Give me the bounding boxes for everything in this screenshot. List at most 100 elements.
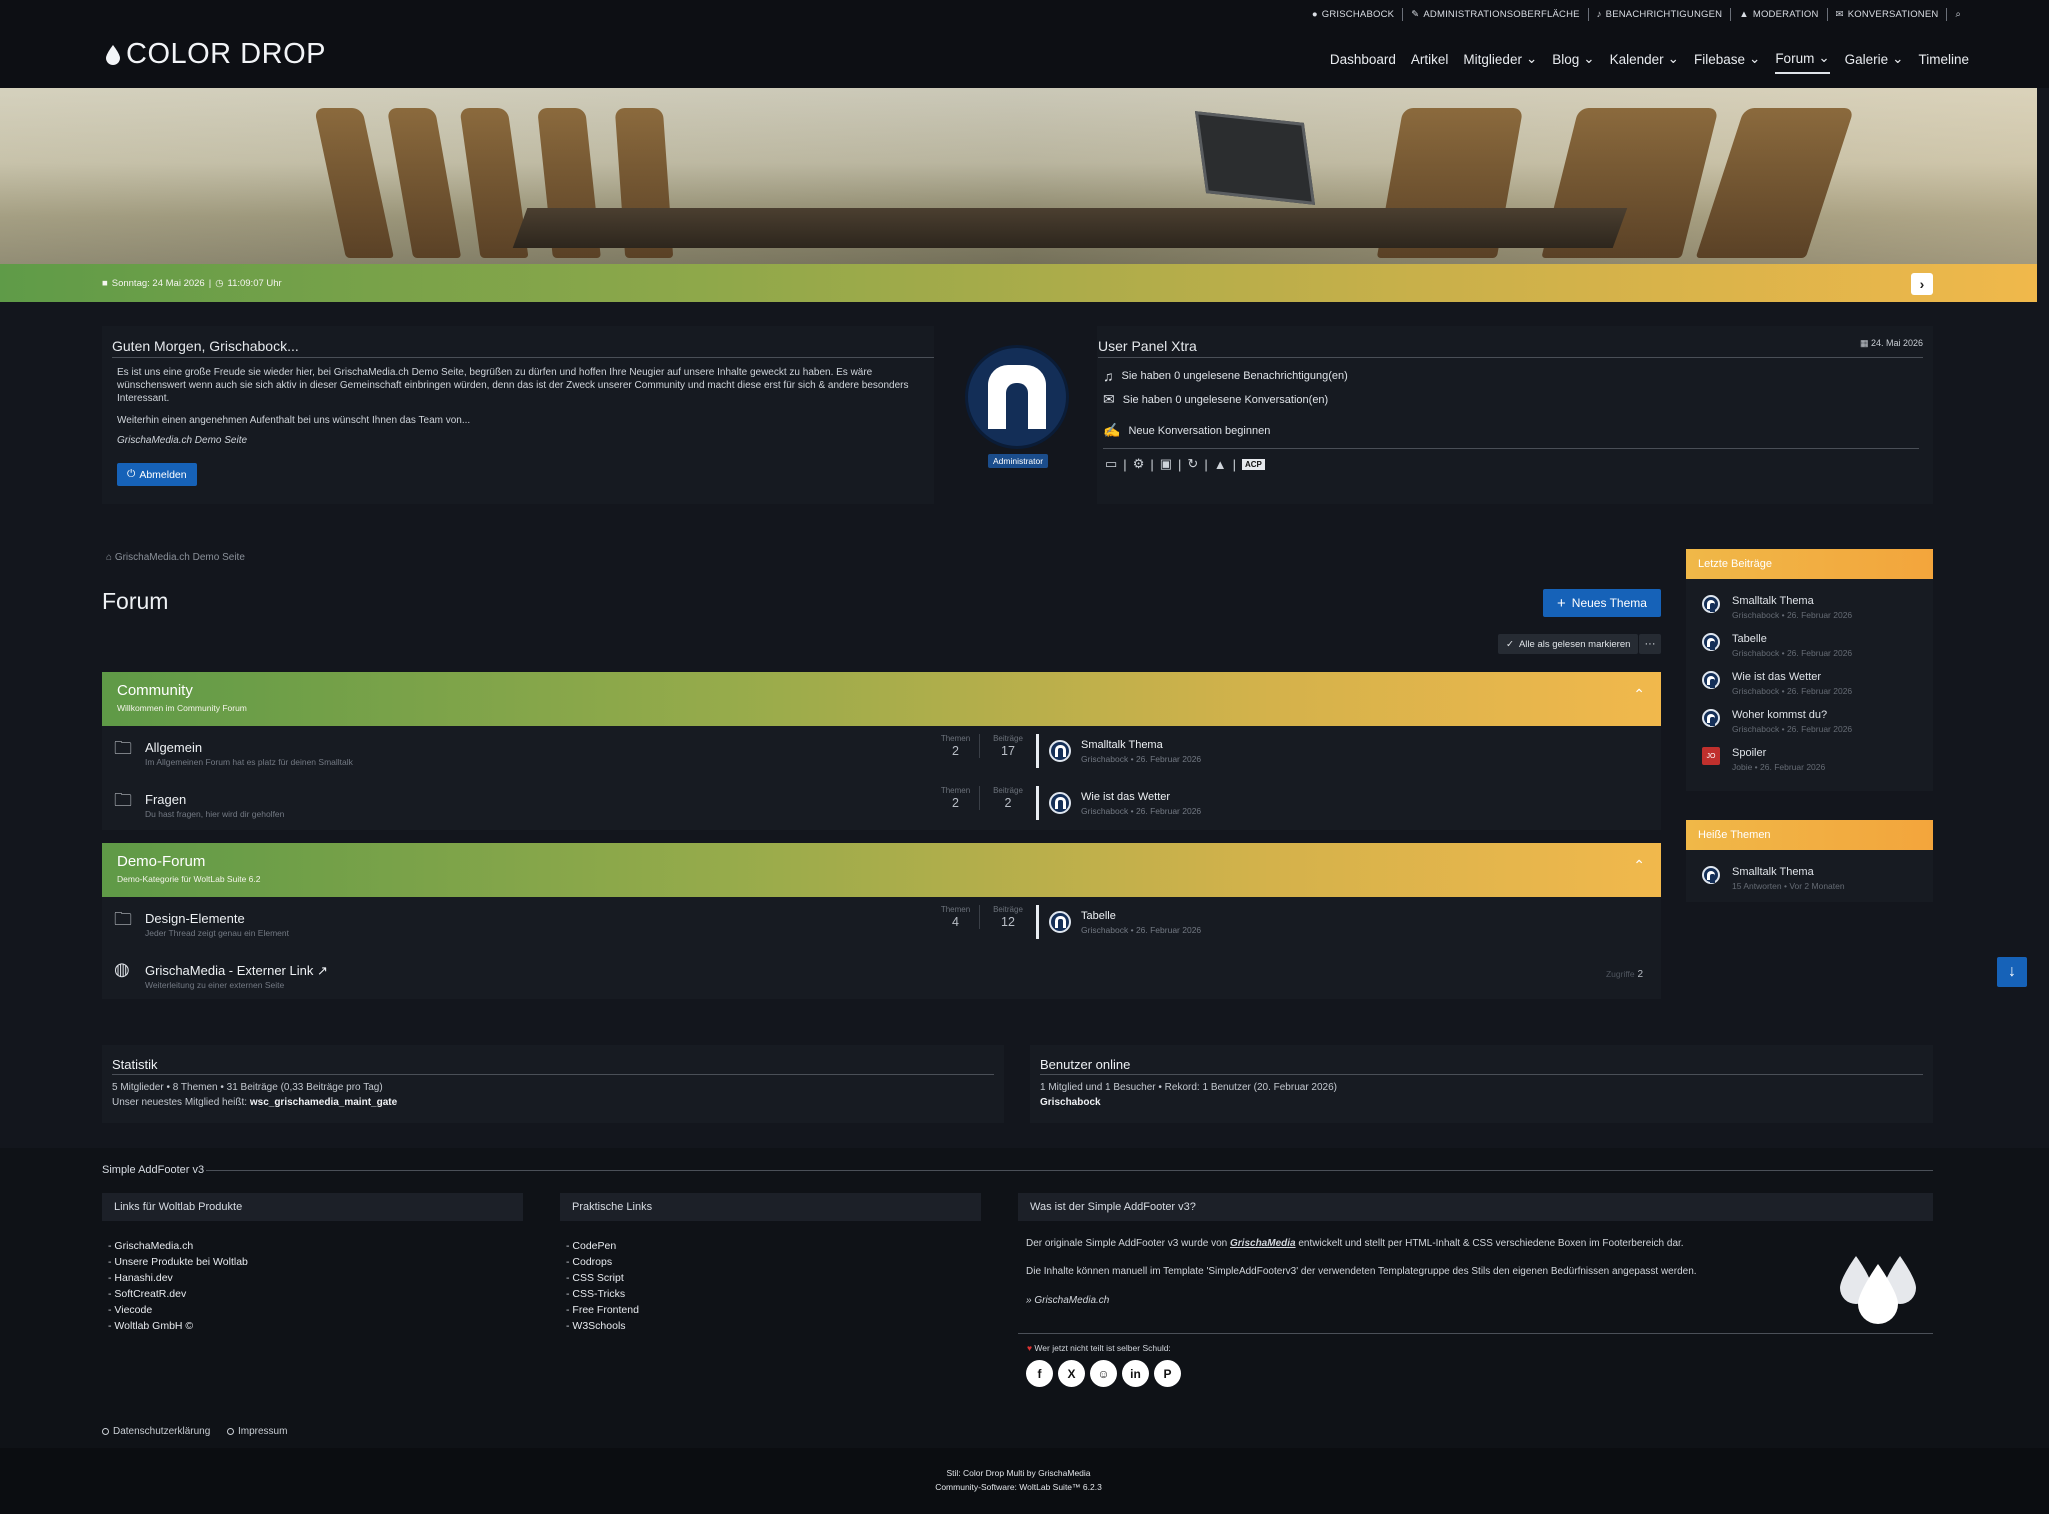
nav-galerie[interactable]: Galerie ⌄ [1845, 50, 1904, 74]
board-row[interactable]: 🗀 Fragen Du hast fragen, hier wird dir g… [102, 778, 1661, 830]
list-item[interactable]: Smalltalk Thema 15 Antworten • Vor 2 Mona… [1686, 866, 1933, 904]
item-title[interactable]: Woher kommst du? [1732, 709, 1852, 721]
nav-dashboard[interactable]: Dashboard [1330, 50, 1396, 74]
footer-col3-title: Was ist der Simple AddFooter v3? [1018, 1193, 1933, 1221]
item-title[interactable]: Wie ist das Wetter [1732, 671, 1852, 683]
imprint-link[interactable]: Impressum [227, 1426, 287, 1437]
envelope-icon: ✉ [1103, 391, 1115, 407]
logout-button[interactable]: ⏻ Abmelden [117, 463, 197, 486]
list-item[interactable]: JO Spoiler Jobie • 26. Februar 2026 [1686, 747, 1933, 785]
facebook-icon[interactable]: f [1026, 1360, 1053, 1387]
list-item[interactable]: Smalltalk Thema Grischabock • 26. Februar… [1686, 595, 1933, 633]
footer-link[interactable]: Viecode [108, 1302, 248, 1318]
userbar-conversations[interactable]: ✉ Konversationen [1828, 8, 1948, 21]
list-item[interactable]: Woher kommst du? Grischabock • 26. Februa… [1686, 709, 1933, 747]
warning-icon[interactable]: ▲ [1214, 457, 1227, 472]
new-topic-button[interactable]: + Neues Thema [1543, 589, 1661, 617]
last-post-title[interactable]: Tabelle [1081, 910, 1201, 922]
footer-link[interactable]: Woltlab GmbH © [108, 1318, 248, 1334]
more-options-button[interactable]: ··· [1639, 634, 1661, 654]
scroll-down-button[interactable]: ↓ [1997, 957, 2027, 987]
userbar-acp[interactable]: ✎ Administrationsoberfläche [1403, 8, 1589, 21]
search-icon: ⌕ [1955, 9, 1961, 20]
external-link-row[interactable]: ◍ GrischaMedia - Externer Link ↗ Weiterl… [102, 949, 1661, 999]
role-badge: Administrator [988, 454, 1049, 468]
site-logo[interactable]: COLOR DROP [106, 38, 326, 71]
board-name[interactable]: Allgemein [145, 740, 202, 755]
hero-next-button[interactable]: › [1911, 273, 1933, 295]
footer-link[interactable]: CSS-Tricks [566, 1286, 639, 1302]
chevron-up-icon[interactable]: ⌃ [1633, 686, 1645, 703]
last-post-title[interactable]: Smalltalk Thema [1081, 739, 1201, 751]
footer-link[interactable]: CSS Script [566, 1270, 639, 1286]
linkedin-icon[interactable]: in [1122, 1360, 1149, 1387]
nav-kalender[interactable]: Kalender ⌄ [1610, 50, 1679, 74]
nav-blog[interactable]: Blog ⌄ [1552, 50, 1594, 74]
board-row[interactable]: 🗀 Allgemein Im Allgemeinen Forum hat es … [102, 726, 1661, 778]
footer-link[interactable]: Unsere Produkte bei Woltlab [108, 1254, 247, 1270]
item-title[interactable]: Tabelle [1732, 633, 1852, 645]
search-button[interactable]: ⌕ [1947, 8, 1969, 21]
userbar-user[interactable]: ● Grischabock [1304, 8, 1404, 21]
nav-artikel[interactable]: Artikel [1411, 50, 1449, 74]
nav-forum[interactable]: Forum ⌄ [1775, 50, 1830, 74]
pinterest-icon[interactable]: P [1154, 1360, 1181, 1387]
x-icon[interactable]: X [1058, 1360, 1085, 1387]
footer-link[interactable]: Codrops [566, 1254, 639, 1270]
acp-button[interactable]: ACP [1241, 458, 1265, 470]
notifications-row[interactable]: ♫ Sie haben 0 ungelesene Benachrichtigung… [1103, 368, 1348, 384]
software-credit[interactable]: Community-Software: WoltLab Suite™ 6.2.3 [0, 1482, 2037, 1492]
item-title[interactable]: Spoiler [1732, 747, 1825, 759]
grischamedia-link[interactable]: GrischaMedia [1230, 1238, 1296, 1249]
reddit-icon[interactable]: ☺ [1090, 1360, 1117, 1387]
last-post[interactable]: Smalltalk Thema Grischabock • 26. Februar… [1036, 734, 1201, 768]
footer-link[interactable]: GrischaMedia.ch [108, 1238, 248, 1254]
footer-col2-title: Praktische Links [560, 1193, 981, 1221]
footer-link[interactable]: W3Schools [566, 1318, 639, 1334]
newest-member-name[interactable]: wsc_grischamedia_maint_gate [250, 1097, 397, 1108]
nav-timeline[interactable]: Timeline [1918, 50, 1969, 74]
chat-icon: ✉ [1835, 9, 1844, 20]
user-panel-xtra: User Panel Xtra ▦ 24. Mai 2026 ♫ Sie habe… [1097, 326, 1933, 504]
board-name[interactable]: Fragen [145, 792, 186, 807]
last-post[interactable]: Wie ist das Wetter Grischabock • 26. Febr… [1036, 786, 1201, 820]
footer-link[interactable]: Hanashi.dev [108, 1270, 248, 1286]
list-item[interactable]: Wie ist das Wetter Grischabock • 26. Febr… [1686, 671, 1933, 709]
nav-filebase[interactable]: Filebase ⌄ [1694, 50, 1760, 74]
board-row[interactable]: 🗀 Design-Elemente Jeder Thread zeigt gen… [102, 897, 1661, 949]
list-item[interactable]: Tabelle Grischabock • 26. Februar 2026 [1686, 633, 1933, 671]
nav-mitglieder[interactable]: Mitglieder ⌄ [1463, 50, 1537, 74]
chevron-up-icon[interactable]: ⌃ [1633, 857, 1645, 874]
mark-all-read-button[interactable]: ✓ Alle als gelesen markieren [1498, 634, 1639, 654]
footer-signature[interactable]: » GrischaMedia.ch [1026, 1295, 1109, 1306]
user-settings-icon[interactable]: ⚙ [1133, 456, 1145, 472]
item-title[interactable]: Smalltalk Thema [1732, 595, 1852, 607]
category-subtitle: Willkommen im Community Forum [117, 703, 247, 713]
new-conversation-row[interactable]: ✍ Neue Konversation beginnen [1103, 422, 1270, 439]
footer-link[interactable]: CodePen [566, 1238, 639, 1254]
last-post-title[interactable]: Wie ist das Wetter [1081, 791, 1201, 803]
online-user[interactable]: Grischabock [1040, 1097, 1923, 1108]
item-title[interactable]: Smalltalk Thema [1732, 866, 1845, 878]
last-post[interactable]: Tabelle Grischabock • 26. Februar 2026 [1036, 905, 1201, 939]
avatar [1049, 740, 1071, 762]
footer-description-1: Der originale Simple AddFooter v3 wurde … [1026, 1238, 1786, 1249]
image-icon[interactable]: ▣ [1160, 456, 1172, 472]
footer-link[interactable]: SoftCreatR.dev [108, 1286, 248, 1302]
category-demo-forum[interactable]: Demo-Forum Demo-Kategorie für WoltLab Su… [102, 843, 1661, 897]
profile-card-icon[interactable]: ▭ [1105, 456, 1117, 472]
user-avatar[interactable] [965, 345, 1069, 449]
footer-link[interactable]: Free Frontend [566, 1302, 639, 1318]
item-meta: Grischabock • 26. Februar 2026 [1732, 724, 1853, 734]
refresh-icon[interactable]: ↻ [1187, 456, 1198, 472]
privacy-link[interactable]: Datenschutzerklärung [102, 1426, 210, 1437]
conversations-row[interactable]: ✉ Sie haben 0 ungelesene Konversation(en) [1103, 391, 1328, 408]
userbar-notifications[interactable]: ♪ Benachrichtigungen [1589, 8, 1732, 21]
footer-col1-title: Links für Woltlab Produkte [102, 1193, 523, 1221]
style-credit[interactable]: Stil: Color Drop Multi by GrischaMedia [0, 1468, 2037, 1478]
userbar-moderation[interactable]: ▲ Moderation [1731, 8, 1828, 21]
external-link-name[interactable]: GrischaMedia - Externer Link ↗ [145, 963, 328, 979]
category-community[interactable]: Community Willkommen im Community Forum … [102, 672, 1661, 726]
breadcrumb[interactable]: ⌂ GrischaMedia.ch Demo Seite [106, 552, 245, 563]
board-name[interactable]: Design-Elemente [145, 911, 245, 926]
